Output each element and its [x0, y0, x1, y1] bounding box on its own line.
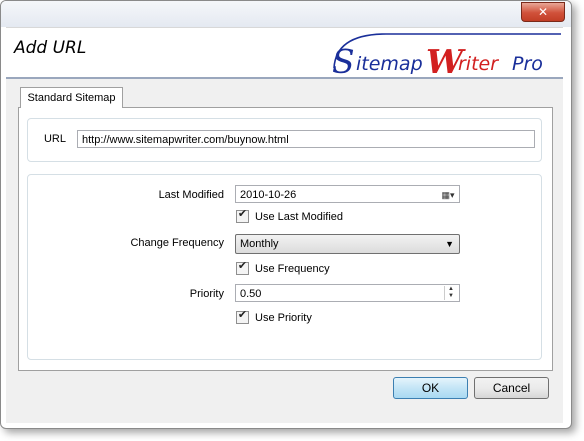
use-frequency-label: Use Frequency — [255, 262, 330, 275]
priority-value: 0.50 — [240, 288, 262, 300]
ok-button[interactable]: OK — [393, 377, 468, 399]
properties-group: Last Modified 2010-10-26 ▦▾ ✔ Use Last M… — [27, 174, 542, 360]
use-priority-checkbox[interactable]: ✔ Use Priority — [236, 309, 312, 324]
url-label: URL — [43, 133, 66, 145]
chevron-down-icon: ▼ — [445, 239, 454, 249]
svg-text:riter: riter — [458, 53, 499, 75]
dialog-title: Add URL — [14, 38, 87, 58]
checkbox-box[interactable]: ✔ — [236, 309, 249, 324]
last-modified-date-picker[interactable]: 2010-10-26 ▦▾ — [235, 185, 460, 203]
sitemapwriter-pro-logo: S itemap W riter Pro — [332, 33, 561, 78]
add-url-dialog: ✕ Add URL S itemap W riter Pro Standard … — [0, 0, 572, 429]
title-bar[interactable]: ✕ — [1, 1, 571, 27]
checkmark-icon: ✔ — [237, 208, 248, 220]
checkmark-icon: ✔ — [237, 260, 248, 272]
last-modified-label: Last Modified — [158, 189, 224, 201]
tab-standard-sitemap[interactable]: Standard Sitemap — [20, 87, 123, 108]
dialog-body: Standard Sitemap URL http://www.sitemapw… — [6, 79, 563, 423]
spinner-arrows-icon[interactable]: ▲ ▼ — [444, 286, 457, 300]
url-input[interactable]: http://www.sitemapwriter.com/buynow.html — [77, 130, 535, 148]
priority-stepper[interactable]: 0.50 ▲ ▼ — [235, 284, 460, 302]
change-frequency-value: Monthly — [240, 238, 279, 250]
priority-label: Priority — [189, 288, 224, 300]
cancel-button[interactable]: Cancel — [474, 377, 549, 399]
svg-text:itemap: itemap — [356, 53, 423, 75]
close-icon: ✕ — [537, 5, 549, 19]
checkbox-box[interactable]: ✔ — [236, 260, 249, 275]
tab-panel: URL http://www.sitemapwriter.com/buynow.… — [18, 107, 553, 371]
calendar-icon[interactable]: ▦▾ — [439, 188, 457, 201]
close-button[interactable]: ✕ — [521, 2, 565, 22]
change-frequency-select[interactable]: Monthly ▼ — [235, 234, 460, 254]
url-group: URL http://www.sitemapwriter.com/buynow.… — [27, 118, 542, 162]
last-modified-value: 2010-10-26 — [240, 189, 297, 201]
svg-text:S: S — [332, 42, 355, 78]
change-frequency-label: Change Frequency — [130, 237, 224, 249]
checkmark-icon: ✔ — [237, 309, 248, 321]
use-last-modified-checkbox[interactable]: ✔ Use Last Modified — [236, 208, 344, 223]
use-priority-label: Use Priority — [255, 311, 312, 324]
use-frequency-checkbox[interactable]: ✔ Use Frequency — [236, 260, 330, 275]
checkbox-box[interactable]: ✔ — [236, 208, 249, 223]
svg-text:Pro: Pro — [512, 53, 543, 75]
dialog-header: Add URL S itemap W riter Pro — [6, 27, 563, 78]
use-last-modified-label: Use Last Modified — [255, 210, 344, 223]
